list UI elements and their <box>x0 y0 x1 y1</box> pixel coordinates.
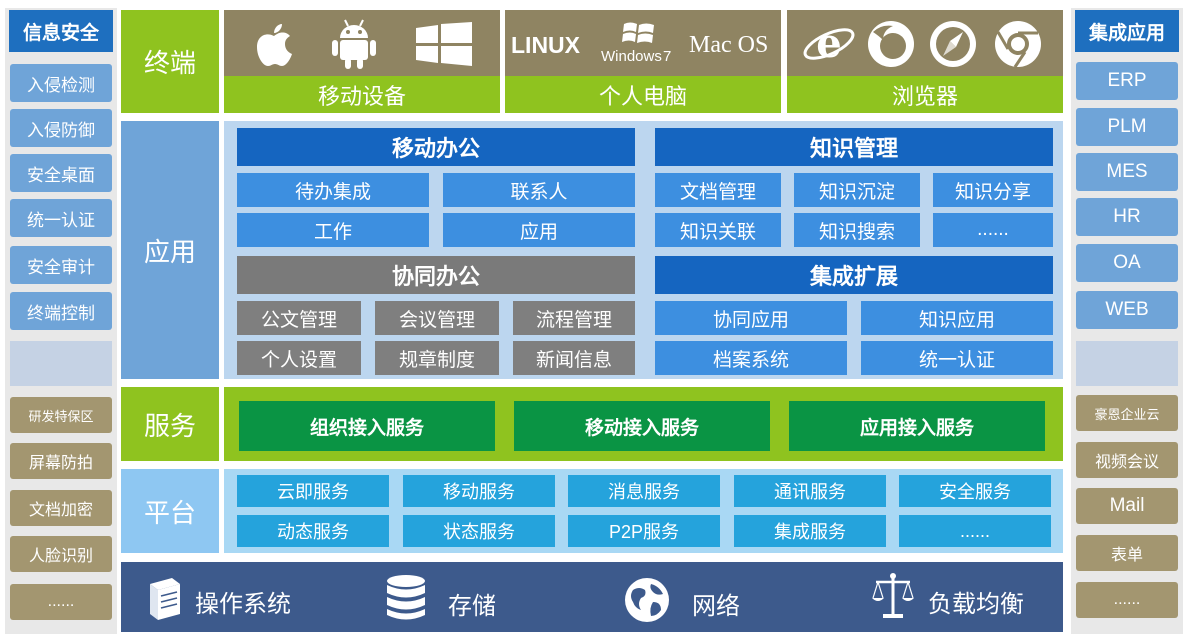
mobile-office-title: 移动办公 <box>237 128 635 166</box>
app-cell: 知识搜索 <box>794 213 920 247</box>
security-spacer <box>10 341 112 386</box>
android-icon <box>332 19 376 69</box>
security-item: 研发特保区 <box>10 397 112 433</box>
platform-item: 集成服务 <box>734 515 886 547</box>
browser-brands: e <box>787 10 1063 76</box>
integration-item: WEB <box>1076 291 1178 329</box>
platform-item: 通讯服务 <box>734 475 886 507</box>
app-cell: 工作 <box>237 213 429 247</box>
app-cell: 公文管理 <box>237 301 361 335</box>
windows-version: 7 <box>663 48 672 65</box>
service-item: 移动接入服务 <box>514 401 770 451</box>
platform-item: 动态服务 <box>237 515 389 547</box>
integration-spacer <box>1076 341 1178 386</box>
app-cell: 联系人 <box>443 173 635 207</box>
application-label: 应用 <box>121 121 219 379</box>
integration-ext-title: 集成扩展 <box>655 256 1053 294</box>
security-title: 信息安全 <box>9 10 113 52</box>
globe-icon <box>625 578 669 622</box>
security-item: 入侵检测 <box>10 64 112 102</box>
scale-icon <box>872 573 914 618</box>
app-cell: ...... <box>933 213 1053 247</box>
integration-item: 豪恩企业云 <box>1076 395 1178 431</box>
security-item: 安全桌面 <box>10 154 112 192</box>
app-cell: 应用 <box>443 213 635 247</box>
app-cell: 知识应用 <box>861 301 1053 335</box>
infra-label: 存储 <box>448 593 496 620</box>
security-item: 终端控制 <box>10 292 112 330</box>
database-icon <box>387 575 425 620</box>
platform-item: 状态服务 <box>403 515 555 547</box>
integration-item: 视频会议 <box>1076 442 1178 478</box>
integration-item: HR <box>1076 198 1178 236</box>
apple-icon <box>257 24 292 66</box>
app-cell: 档案系统 <box>655 341 847 375</box>
app-cell: 知识关联 <box>655 213 781 247</box>
app-cell: 规章制度 <box>375 341 499 375</box>
app-cell: 统一认证 <box>861 341 1053 375</box>
security-item: 入侵防御 <box>10 109 112 147</box>
app-cell: 流程管理 <box>513 301 635 335</box>
app-cell: 文档管理 <box>655 173 781 207</box>
app-cell: 知识沉淀 <box>794 173 920 207</box>
security-item: 文档加密 <box>10 490 112 526</box>
integration-item: PLM <box>1076 108 1178 146</box>
infra-label: 网络 <box>692 593 740 620</box>
security-item: 人脸识别 <box>10 536 112 572</box>
platform-item: 消息服务 <box>568 475 720 507</box>
platform-item: ...... <box>899 515 1051 547</box>
server-icon <box>150 578 180 620</box>
app-cell: 知识分享 <box>933 173 1053 207</box>
integration-item: MES <box>1076 153 1178 191</box>
browser-label: 浏览器 <box>787 76 1063 113</box>
service-label: 服务 <box>121 387 219 461</box>
platform-item: 云即服务 <box>237 475 389 507</box>
pc-brands: LINUX Windows 7 Mac OS <box>505 10 781 76</box>
app-cell: 协同应用 <box>655 301 847 335</box>
platform-item: 移动服务 <box>403 475 555 507</box>
integration-title: 集成应用 <box>1075 10 1179 52</box>
windows-icon <box>416 22 472 66</box>
security-item: ...... <box>10 584 112 620</box>
app-cell: 个人设置 <box>237 341 361 375</box>
infra-label: 操作系统 <box>195 591 291 618</box>
service-item: 应用接入服务 <box>789 401 1045 451</box>
windows-flag-icon <box>622 22 654 43</box>
app-cell: 会议管理 <box>375 301 499 335</box>
macos-logo: Mac OS <box>689 32 769 58</box>
integration-item: 表单 <box>1076 535 1178 571</box>
pc-label: 个人电脑 <box>505 76 781 113</box>
security-item: 统一认证 <box>10 199 112 237</box>
platform-item: 安全服务 <box>899 475 1051 507</box>
ie-icon: e <box>803 20 855 67</box>
integration-item: ERP <box>1076 62 1178 100</box>
platform-label: 平台 <box>121 469 219 553</box>
security-item: 屏幕防拍 <box>10 443 112 479</box>
security-item: 安全审计 <box>10 246 112 284</box>
mobile-devices-label: 移动设备 <box>224 76 500 113</box>
svg-text:e: e <box>816 20 841 67</box>
chrome-icon <box>995 21 1041 68</box>
app-cell: 待办集成 <box>237 173 429 207</box>
windows-logo: Windows <box>601 48 662 65</box>
firefox-icon <box>868 21 914 67</box>
safari-icon <box>930 21 976 67</box>
platform-item: P2P服务 <box>568 515 720 547</box>
integration-item: ...... <box>1076 582 1178 618</box>
app-cell: 新闻信息 <box>513 341 635 375</box>
mobile-brands <box>224 10 500 76</box>
knowledge-title: 知识管理 <box>655 128 1053 166</box>
integration-item: Mail <box>1076 488 1178 524</box>
service-item: 组织接入服务 <box>239 401 495 451</box>
integration-item: OA <box>1076 244 1178 282</box>
terminal-label: 终端 <box>121 10 219 113</box>
collab-office-title: 协同办公 <box>237 256 635 294</box>
linux-logo: LINUX <box>511 32 580 58</box>
infra-label: 负载均衡 <box>928 591 1024 618</box>
